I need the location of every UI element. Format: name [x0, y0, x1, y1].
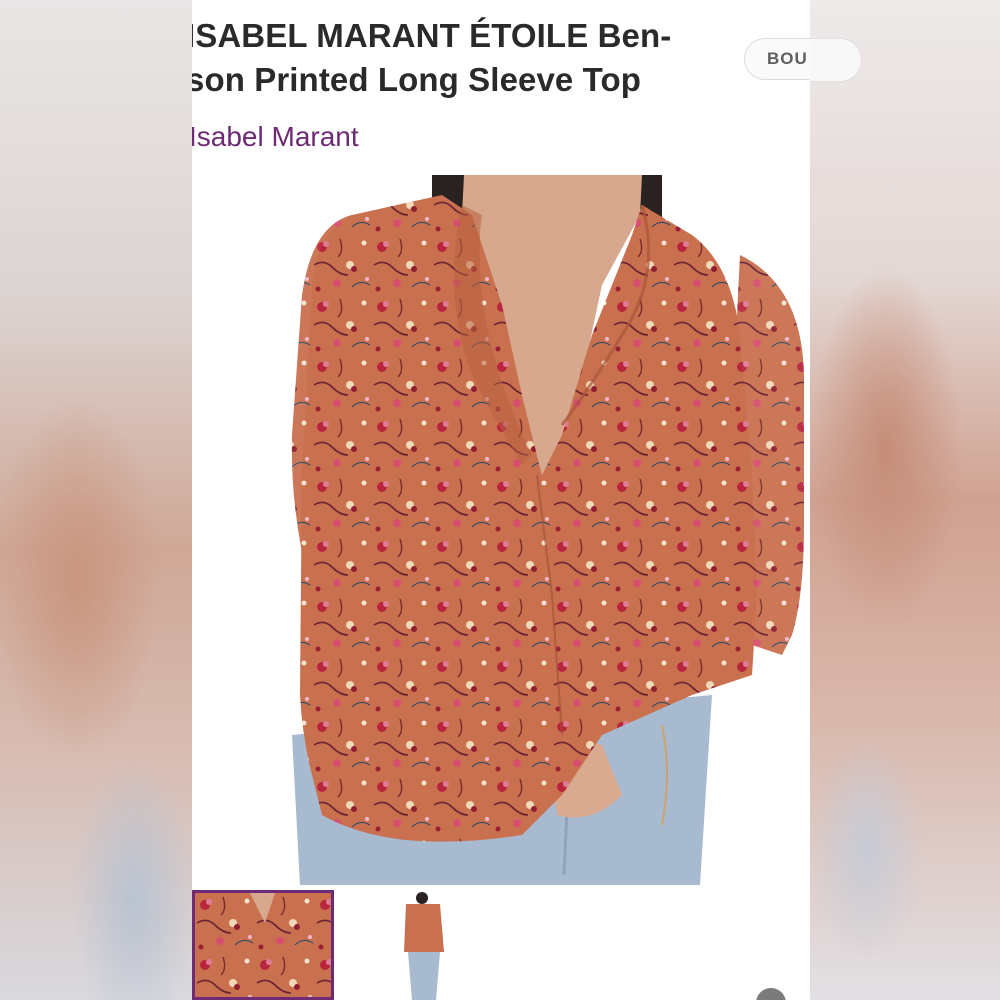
blurred-button-ghost [810, 38, 862, 82]
blurred-background-right [810, 0, 1000, 1000]
product-title: ISABEL MARANT ÉTOILE Ben- son Printed Lo… [192, 17, 672, 98]
thumbnail-image [364, 890, 506, 1000]
action-button[interactable]: BOU [744, 38, 810, 80]
blurred-background-left [0, 0, 192, 1000]
thumbnail-full-look[interactable] [364, 890, 506, 1000]
thumbnail-image [195, 893, 331, 997]
product-photo-illustration [192, 175, 810, 885]
thumbnail-selected[interactable] [192, 890, 334, 1000]
product-image[interactable] [192, 175, 810, 885]
product-page: ISABEL MARANT ÉTOILE Ben- son Printed Lo… [192, 0, 810, 1000]
brand-link[interactable]: Isabel Marant [192, 121, 359, 153]
thumbnail-strip [192, 890, 810, 1000]
